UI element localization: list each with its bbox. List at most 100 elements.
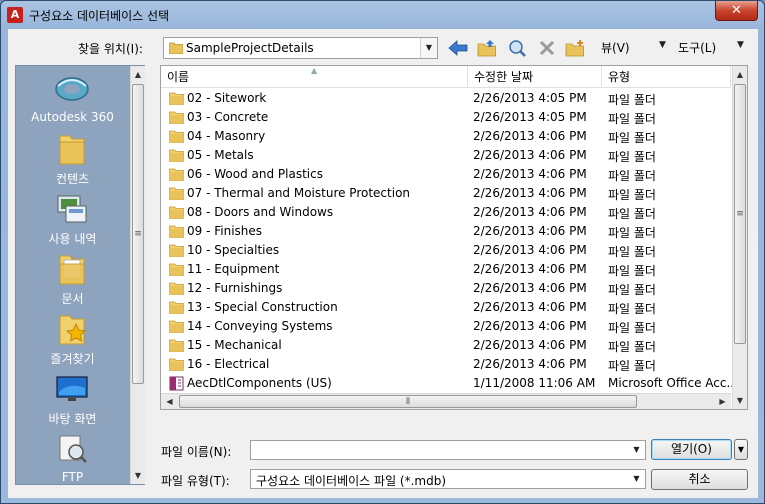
column-header-type[interactable]: 유형 bbox=[602, 66, 731, 88]
file-type: 파일 폴더 bbox=[608, 302, 656, 316]
list-item[interactable]: 09 - Finishes 2/26/2013 4:06 PM 파일 폴더 bbox=[161, 222, 731, 241]
file-type: 파일 폴더 bbox=[608, 264, 656, 278]
dialog-body: 찾을 위치(I): SampleProjectDetails ▼ 뷰(V) ▼ … bbox=[8, 29, 758, 498]
list-vertical-scrollbar[interactable]: ▲ ≡ ▼ bbox=[732, 66, 747, 409]
chevron-down-icon[interactable]: ▼ bbox=[628, 470, 645, 488]
scroll-down-icon[interactable]: ▼ bbox=[733, 392, 747, 409]
place-favorites[interactable]: 즐겨찾기 bbox=[16, 310, 129, 370]
file-name-input[interactable]: ▼ bbox=[250, 440, 646, 460]
place-desktop[interactable]: 바탕 화면 bbox=[16, 370, 129, 430]
list-item[interactable]: 02 - Sitework 2/26/2013 4:05 PM 파일 폴더 bbox=[161, 89, 731, 108]
delete-button[interactable] bbox=[535, 37, 559, 59]
scroll-thumb[interactable]: ≡ bbox=[734, 84, 746, 344]
scroll-down-icon[interactable]: ▼ bbox=[131, 467, 145, 484]
new-folder-button[interactable] bbox=[563, 37, 587, 59]
list-header: ▲ 이름 수정한 날짜 유형 bbox=[161, 66, 731, 88]
list-item[interactable]: 14 - Conveying Systems 2/26/2013 4:06 PM 파… bbox=[161, 317, 731, 336]
scroll-right-icon[interactable]: ▶ bbox=[714, 394, 731, 410]
views-menu[interactable]: 뷰(V) bbox=[601, 39, 630, 56]
search-web-button[interactable] bbox=[505, 37, 529, 59]
place-autodesk-360[interactable]: Autodesk 360 bbox=[16, 70, 129, 130]
file-rows: 02 - Sitework 2/26/2013 4:05 PM 파일 폴더 03 - … bbox=[161, 89, 733, 393]
folder-icon bbox=[169, 187, 184, 200]
places-bar: Autodesk 360 컨텐츠 사용 내역 문서 즐겨찾기 바탕 화면 FTP… bbox=[15, 65, 145, 485]
file-date: 2/26/2013 4:06 PM bbox=[473, 262, 587, 276]
open-button[interactable]: 열기(O) bbox=[651, 439, 732, 460]
file-name: 06 - Wood and Plastics bbox=[187, 167, 323, 181]
folder-icon bbox=[169, 206, 184, 219]
sort-ascending-icon: ▲ bbox=[311, 66, 318, 75]
folder-icon bbox=[169, 358, 184, 371]
file-type-dropdown[interactable]: 구성요소 데이터베이스 파일 (*.mdb) ▼ bbox=[250, 469, 646, 489]
access-database-icon bbox=[169, 376, 184, 391]
title-bar[interactable]: A 구성요소 데이터베이스 선택 ✕ bbox=[1, 1, 764, 29]
list-item[interactable]: AecDtlComponents (US) 1/11/2008 11:06 AM M… bbox=[161, 374, 733, 393]
file-type: 파일 폴더 bbox=[608, 131, 656, 145]
place-documents[interactable]: 문서 bbox=[16, 250, 129, 310]
folder-icon bbox=[169, 111, 184, 124]
place-ftp[interactable]: FTP bbox=[16, 430, 129, 484]
scroll-left-icon[interactable]: ◀ bbox=[161, 394, 178, 410]
folder-icon bbox=[169, 244, 184, 257]
place-content[interactable]: 컨텐츠 bbox=[16, 130, 129, 190]
open-options-dropdown[interactable]: ▼ bbox=[734, 439, 748, 460]
file-type: 파일 폴더 bbox=[608, 340, 656, 354]
list-item[interactable]: 16 - Electrical 2/26/2013 4:06 PM 파일 폴더 bbox=[161, 355, 731, 374]
scroll-thumb[interactable]: ⦀ bbox=[179, 395, 637, 408]
list-item[interactable]: 12 - Furnishings 2/26/2013 4:06 PM 파일 폴더 bbox=[161, 279, 731, 298]
tools-menu[interactable]: 도구(L) bbox=[678, 39, 716, 56]
chevron-down-icon[interactable]: ▼ bbox=[420, 38, 437, 58]
folder-icon bbox=[169, 339, 184, 352]
back-button[interactable] bbox=[446, 37, 470, 59]
places-scrollbar[interactable]: ▲ ≡ ▼ bbox=[130, 66, 145, 484]
list-item[interactable]: 05 - Metals 2/26/2013 4:06 PM 파일 폴더 bbox=[161, 146, 731, 165]
views-dropdown-icon[interactable]: ▼ bbox=[659, 40, 666, 50]
folder-icon bbox=[169, 168, 184, 181]
file-type: 파일 폴더 bbox=[608, 169, 656, 183]
column-header-date[interactable]: 수정한 날짜 bbox=[468, 66, 602, 88]
up-folder-button[interactable] bbox=[475, 37, 499, 59]
look-in-label: 찾을 위치(I): bbox=[78, 42, 143, 56]
file-name-label: 파일 이름(N): bbox=[161, 445, 232, 459]
file-type-value: 구성요소 데이터베이스 파일 (*.mdb) bbox=[256, 474, 447, 488]
file-date: 2/26/2013 4:06 PM bbox=[473, 243, 587, 257]
file-type: 파일 폴더 bbox=[608, 226, 656, 240]
list-item[interactable]: 03 - Concrete 2/26/2013 4:05 PM 파일 폴더 bbox=[161, 108, 731, 127]
folder-icon bbox=[169, 225, 184, 238]
file-date: 1/11/2008 11:06 AM bbox=[473, 376, 596, 390]
folder-icon bbox=[169, 263, 184, 276]
list-item[interactable]: 13 - Special Construction 2/26/2013 4:06 … bbox=[161, 298, 731, 317]
list-item[interactable]: 15 - Mechanical 2/26/2013 4:06 PM 파일 폴더 bbox=[161, 336, 731, 355]
file-date: 2/26/2013 4:06 PM bbox=[473, 338, 587, 352]
look-in-dropdown[interactable]: SampleProjectDetails ▼ bbox=[163, 37, 438, 59]
list-horizontal-scrollbar[interactable]: ◀ ⦀ ▶ bbox=[161, 393, 731, 409]
list-item[interactable]: 08 - Doors and Windows 2/26/2013 4:06 PM 파… bbox=[161, 203, 731, 222]
file-date: 2/26/2013 4:06 PM bbox=[473, 357, 587, 371]
scroll-up-icon[interactable]: ▲ bbox=[131, 66, 145, 83]
cancel-button[interactable]: 취소 bbox=[651, 469, 748, 490]
tools-dropdown-icon[interactable]: ▼ bbox=[737, 40, 744, 50]
file-name: 13 - Special Construction bbox=[187, 300, 338, 314]
list-item[interactable]: 07 - Thermal and Moisture Protection 2/26… bbox=[161, 184, 731, 203]
search-web-icon bbox=[509, 40, 526, 57]
file-type: 파일 폴더 bbox=[608, 207, 656, 221]
up-folder-icon bbox=[477, 40, 496, 57]
ftp-icon bbox=[59, 435, 87, 463]
file-date: 2/26/2013 4:06 PM bbox=[473, 148, 587, 162]
place-history[interactable]: 사용 내역 bbox=[16, 190, 129, 250]
place-label: 사용 내역 bbox=[48, 232, 97, 246]
list-item[interactable]: 04 - Masonry 2/26/2013 4:06 PM 파일 폴더 bbox=[161, 127, 731, 146]
chevron-down-icon[interactable]: ▼ bbox=[628, 441, 645, 459]
list-item[interactable]: 06 - Wood and Plastics 2/26/2013 4:06 PM 파… bbox=[161, 165, 731, 184]
file-type: 파일 폴더 bbox=[608, 321, 656, 335]
scroll-up-icon[interactable]: ▲ bbox=[733, 66, 747, 83]
list-item[interactable]: 10 - Specialties 2/26/2013 4:06 PM 파일 폴더 bbox=[161, 241, 731, 260]
file-date: 2/26/2013 4:06 PM bbox=[473, 319, 587, 333]
scroll-thumb[interactable]: ≡ bbox=[132, 84, 144, 384]
file-name: 15 - Mechanical bbox=[187, 338, 282, 352]
file-date: 2/26/2013 4:06 PM bbox=[473, 224, 587, 238]
column-header-name[interactable]: ▲ 이름 bbox=[161, 66, 468, 88]
list-item[interactable]: 11 - Equipment 2/26/2013 4:06 PM 파일 폴더 bbox=[161, 260, 731, 279]
close-button[interactable]: ✕ bbox=[715, 1, 758, 21]
look-in-value: SampleProjectDetails bbox=[186, 41, 314, 55]
